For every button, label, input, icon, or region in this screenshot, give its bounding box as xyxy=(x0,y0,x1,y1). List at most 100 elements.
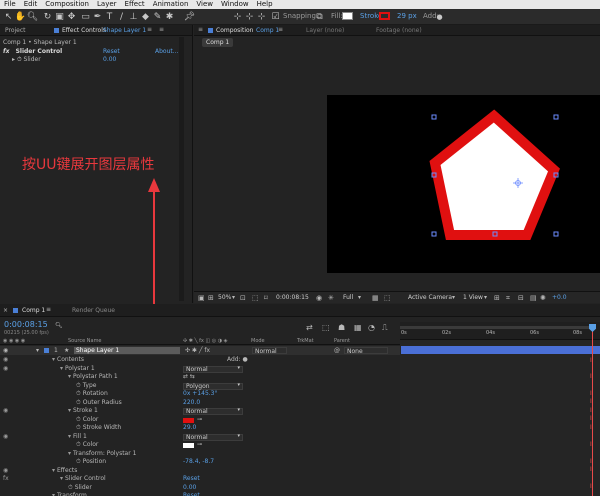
keyframe-icon[interactable]: I xyxy=(590,442,595,448)
tab-layer[interactable]: Layer (none) xyxy=(306,27,344,34)
property-dropdown[interactable]: Normal xyxy=(183,408,243,415)
keyframe-icon[interactable]: I xyxy=(590,408,595,414)
property-value[interactable]: 220.0 xyxy=(183,399,200,408)
visibility-icon[interactable]: ◉ xyxy=(3,356,8,365)
menu-animation[interactable]: Animation xyxy=(149,0,193,9)
visibility-icon[interactable]: ◉ xyxy=(3,467,8,476)
expand-arrow-icon[interactable]: ▾ xyxy=(52,492,55,496)
bbox-handle-tr[interactable] xyxy=(553,114,559,120)
expand-arrow-icon[interactable]: ▾ xyxy=(52,356,55,363)
view-axis-icon[interactable]: ⊹ xyxy=(256,11,267,22)
effect-reset-link[interactable]: Reset xyxy=(103,48,120,55)
resolution-dropdown-icon[interactable]: ▾ xyxy=(358,294,361,301)
keyframe-icon[interactable]: I xyxy=(590,425,595,431)
add-content-button[interactable]: Add: ● xyxy=(227,356,248,365)
expand-arrow-icon[interactable]: ▾ xyxy=(60,365,63,372)
property-row[interactable]: ⏱︎ Type Polygon xyxy=(0,382,400,391)
reset-exposure-icon[interactable]: ⌗ xyxy=(506,294,510,303)
bbox-handle-tl[interactable] xyxy=(431,114,437,120)
effect-row[interactable]: fx Slider Control xyxy=(3,48,62,55)
property-dropdown[interactable]: Polygon xyxy=(183,382,243,390)
stopwatch-icon[interactable]: ⏱︎ xyxy=(76,399,81,406)
expand-arrow-icon[interactable]: ▾ xyxy=(52,467,55,474)
effect-controls-layer-name[interactable]: Shape Layer 1 xyxy=(103,27,146,34)
stroke-width-value[interactable]: 29 px xyxy=(397,12,417,20)
video-visibility-icon[interactable]: ◉ xyxy=(3,346,8,355)
fast-preview-icon[interactable]: ⌑ xyxy=(264,294,268,302)
close-tab-icon[interactable]: × xyxy=(3,307,8,314)
zoom-tool-icon[interactable]: 🔍︎ xyxy=(27,11,38,22)
layer-name[interactable]: Shape Layer 1 xyxy=(74,347,180,354)
stopwatch-icon[interactable]: ⏱︎ xyxy=(76,424,81,431)
keyframe-icon[interactable]: I xyxy=(590,459,595,465)
tab-footage[interactable]: Footage (none) xyxy=(376,27,422,34)
composition-canvas[interactable] xyxy=(327,95,600,273)
property-row[interactable]: ◉ ▾ Polystar 1 Normal xyxy=(0,365,400,374)
property-row[interactable]: ⏱︎ Position -78.4, -8.7 xyxy=(0,458,400,467)
snapshot-icon[interactable]: ◉ xyxy=(316,294,322,302)
add-circle-icon[interactable]: ● xyxy=(434,11,445,22)
property-row[interactable]: fx ▾ Slider Control Reset xyxy=(0,475,400,484)
puppet-tool-icon[interactable]: ✱ xyxy=(164,11,175,22)
stroke-color-swatch[interactable] xyxy=(379,12,390,20)
region-icon[interactable]: ⊞ xyxy=(208,294,214,302)
safe-margins-icon[interactable]: ⊡ xyxy=(240,294,246,302)
expand-arrow-icon[interactable]: ▾ xyxy=(68,407,71,414)
pen-tool-icon[interactable]: ✒ xyxy=(92,11,103,22)
menu-window[interactable]: Window xyxy=(217,0,253,9)
left-scrollbar[interactable] xyxy=(179,37,184,301)
exposure-value[interactable]: +0.0 xyxy=(552,294,567,301)
property-row[interactable]: ▾ Polystar Path 1 ⇄ ⇆ xyxy=(0,373,400,382)
expand-arrow-icon[interactable]: ▾ xyxy=(60,475,63,482)
transparency-grid-icon[interactable]: ▦ xyxy=(372,294,379,302)
property-row[interactable]: ◉ ▾ Contents Add: ● xyxy=(0,356,400,365)
fx-toggle-icon[interactable]: fx xyxy=(3,475,9,484)
toggle-pixel-icon[interactable]: ⊞ xyxy=(494,294,500,302)
frame-blending-icon[interactable]: ▦ xyxy=(354,323,362,332)
timeline-icon[interactable]: ▤ xyxy=(530,294,537,302)
stopwatch-icon[interactable]: ⏱︎ xyxy=(68,484,73,491)
comp-timecode[interactable]: 0:00:08:15 xyxy=(276,294,309,301)
menu-help[interactable]: Help xyxy=(253,0,277,9)
color-swatch[interactable] xyxy=(183,417,194,423)
column-source-name[interactable]: Source Name xyxy=(68,338,102,344)
expand-arrow-icon[interactable]: ▾ xyxy=(68,450,71,457)
keyframe-icon[interactable]: I xyxy=(590,374,595,380)
visibility-icon[interactable]: ◉ xyxy=(3,407,8,416)
property-row[interactable]: ◉ ▾ Effects xyxy=(0,467,400,476)
property-row[interactable]: ▾ Transform Reset xyxy=(0,492,400,496)
menu-file[interactable]: File xyxy=(0,0,20,9)
effect-about-link[interactable]: About... xyxy=(155,48,178,55)
camera-dropdown-icon[interactable]: ▾ xyxy=(452,294,455,301)
stopwatch-icon[interactable]: ⏱︎ xyxy=(17,56,22,63)
bbox-handle-bl[interactable] xyxy=(431,231,437,237)
eyedropper-icon[interactable]: ⊸ xyxy=(197,441,202,450)
camera-tool-icon[interactable]: ▣ xyxy=(54,11,65,22)
tab-render-queue[interactable]: Render Queue xyxy=(72,307,115,314)
tab-composition[interactable]: Composition xyxy=(216,27,253,34)
keyframe-icon[interactable]: I xyxy=(590,391,595,397)
selection-tool-icon[interactable]: ↖ xyxy=(3,11,14,22)
tab-project[interactable]: Project xyxy=(5,27,26,34)
timeline-menu-icon[interactable]: ≡ xyxy=(46,306,51,313)
expand-layer-icon[interactable]: ▾ xyxy=(36,346,39,355)
shy-layers-icon[interactable]: ☗ xyxy=(338,323,345,332)
property-value[interactable]: Reset xyxy=(183,475,200,484)
eraser-tool-icon[interactable]: ◆ xyxy=(140,11,151,22)
color-swatch[interactable] xyxy=(183,443,194,448)
graph-editor-icon[interactable]: ⎍ xyxy=(382,323,388,333)
work-area-bar[interactable] xyxy=(400,326,596,329)
pentagon-shape[interactable] xyxy=(327,95,600,273)
layer-mode-dropdown[interactable]: Normal xyxy=(252,347,287,355)
text-tool-icon[interactable]: T xyxy=(104,11,115,22)
time-ruler[interactable]: 0s 02s 04s 06s 08s xyxy=(400,322,600,340)
comp-sub-tab[interactable]: Comp 1 xyxy=(202,38,234,47)
timeline-search-input[interactable]: 🔍︎ xyxy=(55,322,115,330)
expand-arrow-icon[interactable]: ▾ xyxy=(68,433,71,440)
stopwatch-icon[interactable]: ⏱︎ xyxy=(76,416,81,423)
stopwatch-icon[interactable]: ⏱︎ xyxy=(76,382,81,389)
local-axis-icon[interactable]: ⊹ xyxy=(232,11,243,22)
property-row[interactable]: ⏱︎ Slider 0.00 xyxy=(0,484,400,493)
panel-menu-icon[interactable]: ≡ xyxy=(198,26,203,33)
show-channel-icon[interactable]: ✳ xyxy=(328,294,334,302)
